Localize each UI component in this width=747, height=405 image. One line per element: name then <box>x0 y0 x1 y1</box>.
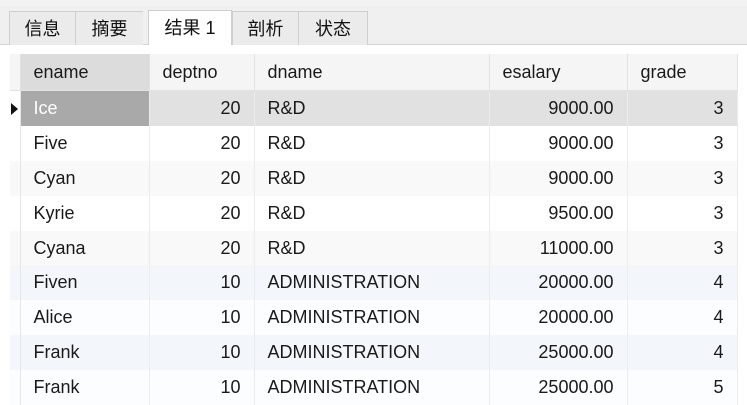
cell-grade[interactable]: 3 <box>627 195 738 231</box>
row-pointer-icon <box>11 103 19 116</box>
cell-esalary[interactable]: 20000.00 <box>489 265 628 301</box>
table-row[interactable]: Cyan 20 R&D 9000.00 3 <box>10 160 738 196</box>
cell-ename[interactable]: Fiven <box>20 265 150 301</box>
table-row[interactable]: Frank 10 ADMINISTRATION 25000.00 4 <box>10 335 738 371</box>
cell-deptno[interactable]: 10 <box>149 265 255 301</box>
table-row[interactable]: Cyana 20 R&D 11000.00 3 <box>10 230 738 266</box>
cell-dname[interactable]: ADMINISTRATION <box>254 370 490 405</box>
column-header-dname[interactable]: dname <box>254 54 490 91</box>
row-gutter[interactable] <box>10 230 21 266</box>
cell-ename[interactable]: Kyrie <box>20 195 150 231</box>
column-header-ename[interactable]: ename <box>20 54 150 91</box>
cell-deptno[interactable]: 10 <box>149 370 255 405</box>
table-row[interactable]: Kyrie 20 R&D 9500.00 3 <box>10 195 738 231</box>
cell-ename[interactable]: Frank <box>20 335 150 371</box>
cell-deptno[interactable]: 20 <box>149 90 255 126</box>
cell-esalary[interactable]: 25000.00 <box>489 370 628 405</box>
table-row[interactable]: Fiven 10 ADMINISTRATION 20000.00 4 <box>10 265 738 301</box>
column-header-grade[interactable]: grade <box>627 54 738 91</box>
cell-deptno[interactable]: 20 <box>149 160 255 196</box>
table-row[interactable]: Frank 10 ADMINISTRATION 25000.00 5 <box>10 370 738 405</box>
row-gutter-header <box>10 54 21 91</box>
cell-dname[interactable]: R&D <box>254 195 490 231</box>
cell-esalary[interactable]: 9000.00 <box>489 160 628 196</box>
cell-dname[interactable]: ADMINISTRATION <box>254 335 490 371</box>
cell-ename[interactable]: Frank <box>20 370 150 405</box>
cell-grade[interactable]: 5 <box>627 370 738 405</box>
row-gutter[interactable] <box>10 370 21 405</box>
tab-info[interactable]: 信息 <box>9 11 75 45</box>
cell-ename[interactable]: Ice <box>20 90 150 126</box>
table-row[interactable]: Five 20 R&D 9000.00 3 <box>10 125 738 161</box>
cell-esalary[interactable]: 9000.00 <box>489 125 628 161</box>
cell-dname[interactable]: R&D <box>254 125 490 161</box>
column-header-deptno[interactable]: deptno <box>149 54 255 91</box>
cell-dname[interactable]: R&D <box>254 90 490 126</box>
grid-header-row: ename deptno dname esalary grade <box>10 54 738 91</box>
cell-grade[interactable]: 4 <box>627 335 738 371</box>
row-gutter[interactable] <box>10 300 21 336</box>
cell-ename[interactable]: Alice <box>20 300 150 336</box>
cell-deptno[interactable]: 20 <box>149 230 255 266</box>
cell-esalary[interactable]: 20000.00 <box>489 300 628 336</box>
cell-dname[interactable]: ADMINISTRATION <box>254 265 490 301</box>
cell-esalary[interactable]: 25000.00 <box>489 335 628 371</box>
cell-ename[interactable]: Cyana <box>20 230 150 266</box>
cell-ename[interactable]: Five <box>20 125 150 161</box>
cell-dname[interactable]: R&D <box>254 230 490 266</box>
cell-esalary[interactable]: 9500.00 <box>489 195 628 231</box>
cell-esalary[interactable]: 9000.00 <box>489 90 628 126</box>
cell-deptno[interactable]: 20 <box>149 125 255 161</box>
column-header-esalary[interactable]: esalary <box>489 54 628 91</box>
cell-deptno[interactable]: 10 <box>149 335 255 371</box>
tab-result-1[interactable]: 结果 1 <box>148 10 232 45</box>
cell-grade[interactable]: 4 <box>627 300 738 336</box>
cell-ename[interactable]: Cyan <box>20 160 150 196</box>
row-gutter[interactable] <box>10 195 21 231</box>
cell-grade[interactable]: 3 <box>627 90 738 126</box>
cell-deptno[interactable]: 20 <box>149 195 255 231</box>
row-gutter[interactable] <box>10 125 21 161</box>
result-grid: ename deptno dname esalary grade Ice 20 … <box>10 54 738 405</box>
cell-esalary[interactable]: 11000.00 <box>489 230 628 266</box>
row-gutter[interactable] <box>10 335 21 371</box>
table-row[interactable]: Ice 20 R&D 9000.00 3 <box>10 90 738 126</box>
cell-grade[interactable]: 3 <box>627 160 738 196</box>
cell-dname[interactable]: ADMINISTRATION <box>254 300 490 336</box>
cell-grade[interactable]: 3 <box>627 230 738 266</box>
row-gutter[interactable] <box>10 265 21 301</box>
current-row-indicator <box>10 90 21 126</box>
table-row[interactable]: Alice 10 ADMINISTRATION 20000.00 4 <box>10 300 738 336</box>
cell-deptno[interactable]: 10 <box>149 300 255 336</box>
tab-summary[interactable]: 摘要 <box>75 11 143 45</box>
cell-grade[interactable]: 3 <box>627 125 738 161</box>
row-gutter[interactable] <box>10 160 21 196</box>
tab-profile[interactable]: 剖析 <box>232 11 298 45</box>
result-tab-bar: 信息 摘要 结果 1 剖析 状态 <box>0 6 747 45</box>
cell-dname[interactable]: R&D <box>254 160 490 196</box>
tab-status[interactable]: 状态 <box>298 11 368 45</box>
cell-grade[interactable]: 4 <box>627 265 738 301</box>
